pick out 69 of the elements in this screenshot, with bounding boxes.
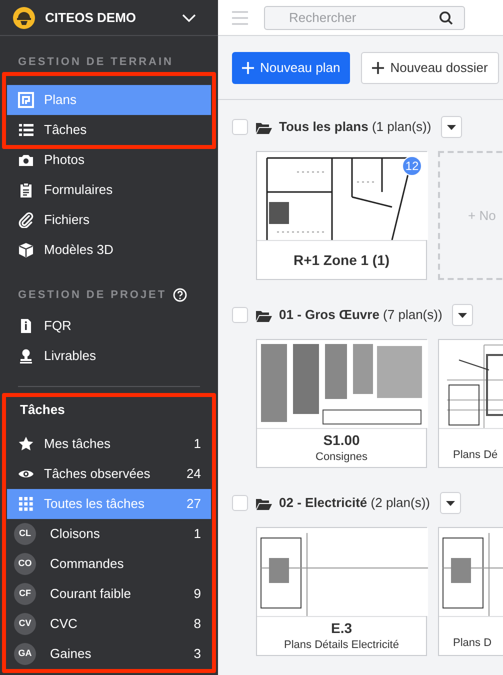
sidebar-item[interactable]: GA Gaines 3 bbox=[7, 639, 211, 669]
sidebar-item[interactable]: Modèles 3D bbox=[7, 234, 211, 264]
plan-title: R+1 Zone 1 (1) bbox=[293, 251, 390, 269]
plan-card[interactable]: Plans D bbox=[438, 527, 503, 656]
star-icon bbox=[18, 436, 34, 452]
caret-down-icon bbox=[458, 312, 468, 318]
plan-card[interactable]: R+1 Zone 1 (1) 12 bbox=[256, 151, 427, 280]
clipboard-icon bbox=[18, 182, 34, 198]
initials-avatar: GA bbox=[14, 643, 36, 665]
plan-icon bbox=[18, 92, 34, 108]
grid-icon bbox=[18, 496, 34, 512]
plan-title: E.3 bbox=[330, 618, 352, 637]
folder-title: 02 - Electricité (2 plan(s)) bbox=[279, 494, 430, 512]
section-heading: GESTION DE PROJET bbox=[18, 288, 167, 302]
initials-avatar: CF bbox=[14, 583, 36, 605]
new-folder-button[interactable]: Nouveau dossier bbox=[361, 52, 499, 84]
plan-subtitle: Plans Détails Electricité bbox=[284, 638, 399, 653]
sidebar-item[interactable]: CF Courant faible 9 bbox=[7, 579, 211, 609]
sidebar-item[interactable]: Livrables bbox=[7, 341, 211, 371]
dropdown-button[interactable] bbox=[452, 304, 474, 326]
dropdown-button[interactable] bbox=[440, 492, 462, 514]
sidebar-item[interactable]: CL Cloisons 1 bbox=[7, 519, 211, 549]
caret-down-icon bbox=[446, 500, 456, 506]
search-field[interactable]: Rechercher bbox=[264, 6, 465, 30]
cube-icon bbox=[18, 242, 34, 258]
search-icon bbox=[439, 10, 453, 24]
sidebar-item[interactable]: Mes tâches 1 bbox=[7, 429, 211, 459]
new-plan-button[interactable]: Nouveau plan bbox=[232, 52, 350, 84]
sidebar-item[interactable]: Tâches observées 24 bbox=[7, 459, 211, 489]
plus-icon bbox=[372, 62, 384, 74]
help-icon bbox=[172, 288, 187, 302]
folder-title: Tous les plans (1 plan(s)) bbox=[279, 118, 432, 136]
paperclip-icon bbox=[18, 212, 34, 228]
checkbox[interactable] bbox=[232, 307, 248, 323]
plan-subtitle: Plans D bbox=[453, 636, 492, 650]
panel-heading: Tâches bbox=[19, 401, 66, 420]
menu-icon bbox=[232, 10, 248, 24]
plan-card[interactable]: S1.00 Consignes bbox=[256, 339, 427, 468]
sidebar-item[interactable]: FQR bbox=[7, 311, 211, 341]
sidebar-item[interactable]: Formulaires bbox=[7, 174, 211, 204]
plan-subtitle: Plans Dé bbox=[453, 448, 498, 462]
dropdown-button[interactable] bbox=[441, 116, 462, 138]
sidebar-item[interactable]: Tâches bbox=[7, 114, 211, 144]
initials-avatar: CV bbox=[14, 613, 36, 635]
checkbox[interactable] bbox=[232, 119, 248, 135]
caret-down-icon bbox=[447, 124, 456, 130]
plus-icon bbox=[242, 62, 254, 74]
folder-title: 01 - Gros Œuvre (7 plan(s)) bbox=[279, 306, 442, 324]
folder-icon bbox=[256, 120, 272, 134]
chevron-down-icon bbox=[182, 12, 196, 23]
folder-icon bbox=[256, 496, 272, 510]
plan-card[interactable]: Plans Dé bbox=[438, 339, 503, 468]
list-icon bbox=[18, 122, 34, 138]
helmet-logo-icon bbox=[13, 6, 35, 28]
section-heading: GESTION DE TERRAIN bbox=[18, 55, 174, 70]
checkbox[interactable] bbox=[232, 495, 248, 511]
folder-icon bbox=[256, 308, 272, 322]
initials-avatar: CO bbox=[14, 553, 36, 575]
sidebar-item[interactable]: CV CVC 8 bbox=[7, 609, 211, 639]
plan-subtitle: Consignes bbox=[316, 450, 368, 465]
sidebar-item[interactable]: Fichiers bbox=[7, 204, 211, 234]
initials-avatar: CL bbox=[14, 523, 36, 545]
sidebar-item[interactable]: Photos bbox=[7, 144, 211, 174]
workspace-name: CITEOS DEMO bbox=[45, 8, 138, 27]
document-icon bbox=[18, 318, 34, 334]
stamp-icon bbox=[18, 348, 34, 364]
plan-title: S1.00 bbox=[323, 430, 360, 449]
plan-card[interactable]: E.3 Plans Détails Electricité bbox=[256, 527, 427, 656]
sidebar-item[interactable]: CO Commandes bbox=[7, 549, 211, 579]
